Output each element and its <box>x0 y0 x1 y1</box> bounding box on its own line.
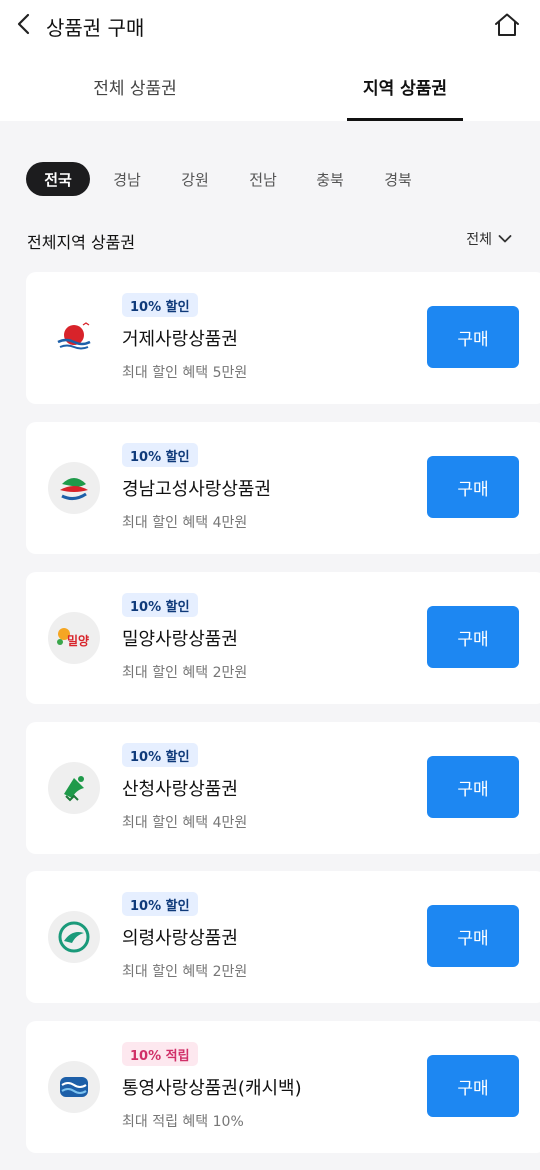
voucher-card: 10% 할인 의령사랑상품권 최대 할인 혜택 2만원 구매 <box>26 871 540 1003</box>
buy-button[interactable]: 구매 <box>427 1055 519 1117</box>
miryang-logo: 밀양 <box>48 612 100 664</box>
region-chip-jeonnam[interactable]: 전남 <box>237 162 289 196</box>
voucher-card: 밀양 10% 할인 밀양사랑상품권 최대 할인 혜택 2만원 구매 <box>26 572 540 704</box>
discount-badge: 10% 할인 <box>122 743 198 767</box>
voucher-name: 통영사랑상품권(캐시백) <box>122 1078 302 1099</box>
region-chip-gangwon[interactable]: 강원 <box>169 162 221 196</box>
voucher-card: 10% 적립 통영사랑상품권(캐시백) 최대 적립 혜택 10% 구매 <box>26 1021 540 1153</box>
voucher-name: 산청사랑상품권 <box>122 779 238 800</box>
geoje-logo <box>48 312 100 364</box>
discount-badge: 10% 할인 <box>122 443 198 467</box>
miryang-logo-text: 밀양 <box>67 633 89 648</box>
region-chip-gyeongbuk[interactable]: 경북 <box>372 162 424 196</box>
top-bar: 상품권 구매 <box>0 0 540 52</box>
sort-label: 전체 <box>466 232 492 248</box>
discount-badge: 10% 할인 <box>122 593 198 617</box>
voucher-benefit: 최대 할인 혜택 2만원 <box>122 964 248 980</box>
voucher-card: 10% 할인 경남고성사랑상품권 최대 할인 혜택 4만원 구매 <box>26 422 540 554</box>
buy-button[interactable]: 구매 <box>427 756 519 818</box>
voucher-name: 거제사랑상품권 <box>122 329 238 350</box>
chevron-down-icon <box>498 235 512 243</box>
tab-all-vouchers[interactable]: 전체 상품권 <box>30 52 240 121</box>
buy-button[interactable]: 구매 <box>427 456 519 518</box>
voucher-benefit: 최대 적립 혜택 10% <box>122 1114 244 1130</box>
back-button[interactable] <box>10 10 38 38</box>
home-button[interactable] <box>492 10 522 40</box>
section-title: 전체지역 상품권 <box>27 233 136 252</box>
voucher-benefit: 최대 할인 혜택 4만원 <box>122 815 248 831</box>
buy-button[interactable]: 구매 <box>427 306 519 368</box>
region-chip-all[interactable]: 전국 <box>26 162 90 196</box>
voucher-tabs: 전체 상품권 지역 상품권 <box>0 52 540 121</box>
voucher-benefit: 최대 할인 혜택 5만원 <box>122 365 248 381</box>
sancheong-logo <box>48 762 100 814</box>
tongyeong-logo <box>48 1061 100 1113</box>
discount-badge: 10% 할인 <box>122 892 198 916</box>
voucher-benefit: 최대 할인 혜택 2만원 <box>122 665 248 681</box>
chevron-left-icon <box>17 13 30 35</box>
goseong-logo <box>48 462 100 514</box>
voucher-name: 의령사랑상품권 <box>122 928 238 949</box>
voucher-name: 밀양사랑상품권 <box>122 629 238 650</box>
buy-button[interactable]: 구매 <box>427 606 519 668</box>
voucher-card: 10% 할인 산청사랑상품권 최대 할인 혜택 4만원 구매 <box>26 722 540 854</box>
reward-badge: 10% 적립 <box>122 1042 198 1066</box>
voucher-name: 경남고성사랑상품권 <box>122 479 272 500</box>
buy-button[interactable]: 구매 <box>427 905 519 967</box>
region-chip-gyeongnam[interactable]: 경남 <box>101 162 153 196</box>
sort-dropdown[interactable]: 전체 <box>466 229 512 249</box>
page-title: 상품권 구매 <box>46 16 145 40</box>
home-icon <box>495 13 519 36</box>
uiryeong-logo <box>48 911 100 963</box>
voucher-benefit: 최대 할인 혜택 4만원 <box>122 515 248 531</box>
region-chip-chungbuk[interactable]: 충북 <box>304 162 356 196</box>
discount-badge: 10% 할인 <box>122 293 198 317</box>
voucher-card: 10% 할인 거제사랑상품권 최대 할인 혜택 5만원 구매 <box>26 272 540 404</box>
tab-region-vouchers[interactable]: 지역 상품권 <box>300 52 510 121</box>
active-tab-indicator <box>347 118 463 121</box>
